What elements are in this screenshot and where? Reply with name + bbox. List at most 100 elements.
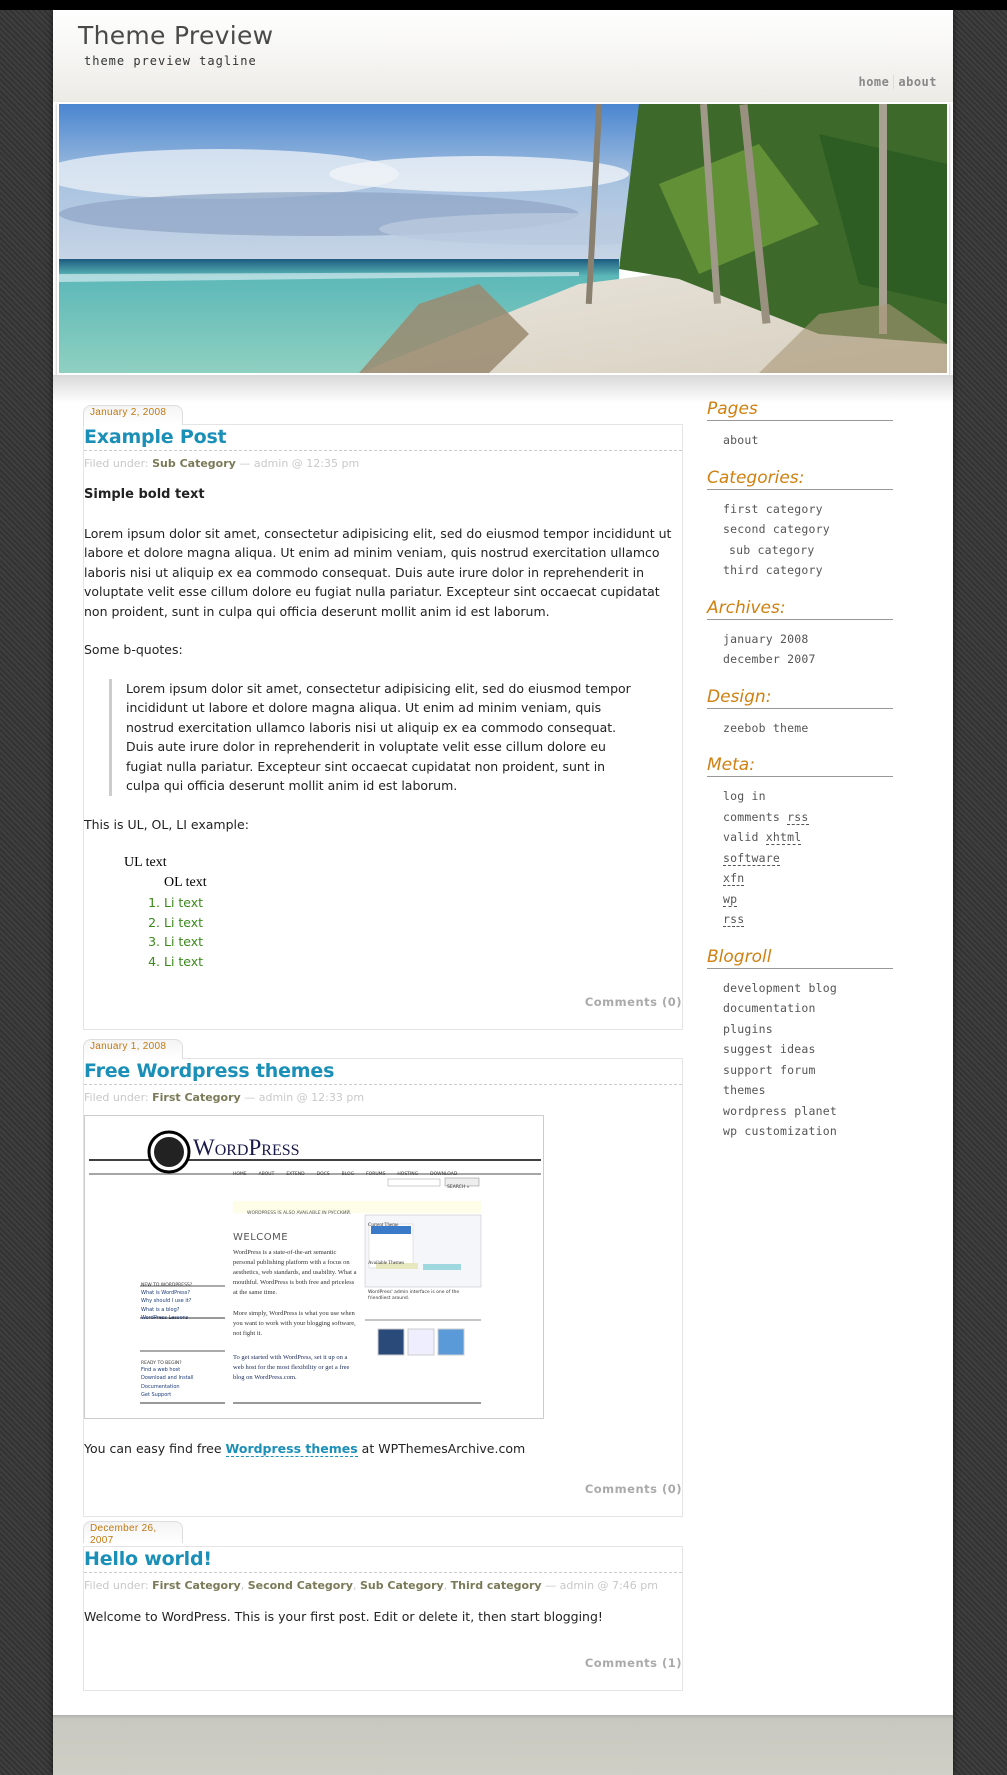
- meta-link-software[interactable]: software: [723, 850, 780, 866]
- blogroll-link[interactable]: development blog: [723, 981, 837, 995]
- archive-link[interactable]: december 2007: [723, 652, 816, 666]
- list-item: Li text: [164, 913, 682, 933]
- post-box: Hello world! Filed under: First Category…: [83, 1545, 683, 1691]
- wp-logo-text: WordPress: [193, 1134, 300, 1160]
- blogroll-link[interactable]: documentation: [723, 1001, 816, 1015]
- post: December 26, 2007 Hello world! Filed und…: [83, 1520, 683, 1691]
- post: January 1, 2008 Free Wordpress themes Fi…: [83, 1034, 683, 1517]
- post-meta: Filed under: Sub Category — admin @ 12:3…: [84, 451, 682, 471]
- wp-search-button: SEARCH »: [447, 1184, 470, 1190]
- wp-welcome: WELCOME: [233, 1231, 289, 1243]
- category-link[interactable]: First Category: [152, 1091, 241, 1104]
- ul-text: UL text: [124, 855, 167, 870]
- archive-link[interactable]: january 2008: [723, 632, 808, 646]
- meta-link-comments-rss[interactable]: comments rss: [723, 809, 809, 825]
- post-date: January 1, 2008: [83, 1038, 183, 1059]
- widget-title: Blogroll: [707, 946, 893, 969]
- list-item: Li text: [164, 893, 682, 913]
- design-link[interactable]: zeebob theme: [723, 721, 808, 735]
- wordpress-themes-link[interactable]: Wordpress themes: [225, 1440, 358, 1457]
- ordered-list: Li text Li text Li text Li text: [144, 893, 682, 971]
- widget-title: Design:: [707, 686, 893, 709]
- blogroll-link[interactable]: wordpress planet: [723, 1104, 837, 1118]
- comments-link[interactable]: Comments (0): [84, 993, 682, 1013]
- category-link[interactable]: First Category: [152, 1579, 241, 1592]
- category-link[interactable]: second category: [723, 522, 830, 536]
- wp-link: Why should I use it?: [141, 1298, 192, 1304]
- blogroll-link[interactable]: plugins: [723, 1022, 773, 1036]
- wp-new-links: What is WordPress? Why should I use it? …: [141, 1289, 191, 1323]
- top-navigation: home about: [854, 75, 941, 89]
- list-item: Li text: [164, 932, 682, 952]
- post-date: December 26, 2007: [83, 1520, 183, 1546]
- meta-author-time: — admin @ 12:35 pm: [239, 457, 360, 470]
- meta-prefix: Filed under:: [84, 1090, 149, 1104]
- wp-caption: WordPress' admin interface is one of the…: [368, 1289, 460, 1301]
- widget-title: Pages: [707, 398, 893, 421]
- post-title-link[interactable]: Free Wordpress themes: [84, 1059, 682, 1085]
- meta-link-valid-xhtml[interactable]: valid xhtml: [723, 830, 802, 845]
- comments-link[interactable]: Comments (0): [84, 1480, 682, 1500]
- widget-categories: Categories: first category second catego…: [707, 467, 893, 581]
- post-meta: Filed under: First Category, Second Cate…: [84, 1578, 658, 1592]
- meta-author-time: — admin @ 7:46 pm: [545, 1578, 658, 1592]
- wp-nav-item: EXTEND: [286, 1171, 305, 1177]
- bquote-intro: Some b-quotes:: [84, 642, 183, 657]
- list-example: UL text OL text Li text Li text Li text …: [84, 853, 682, 971]
- wp-link: Get Support: [141, 1392, 172, 1398]
- wp-link: What is a blog?: [141, 1306, 180, 1313]
- blogroll-link[interactable]: themes: [723, 1083, 766, 1097]
- meta-link-wp[interactable]: wp: [723, 891, 738, 907]
- nav-home[interactable]: home: [854, 75, 893, 89]
- list-intro: This is UL, OL, LI example:: [84, 816, 249, 832]
- category-link[interactable]: sub category: [729, 543, 814, 557]
- blogroll-link[interactable]: suggest ideas: [723, 1042, 816, 1056]
- category-link[interactable]: Sub Category: [360, 1579, 444, 1592]
- wp-link: Find a web host: [141, 1366, 181, 1373]
- top-bar: [0, 0, 1007, 10]
- category-link[interactable]: third category: [723, 563, 823, 577]
- blockquote: Lorem ipsum dolor sit amet, consectetur …: [109, 678, 642, 796]
- post-date: January 2, 2008: [83, 405, 183, 425]
- site-footer: [53, 1715, 953, 1775]
- wp-nav-item: DOCS: [316, 1171, 330, 1177]
- widget-design: Design: zeebob theme: [707, 686, 893, 739]
- paragraph: Lorem ipsum dolor sit amet, consectetur …: [84, 525, 672, 619]
- category-link[interactable]: Second Category: [248, 1579, 353, 1592]
- wp-nav-item: FORUMS: [366, 1171, 386, 1177]
- sidebar: Pages about Categories: first category s…: [707, 398, 893, 1158]
- blogroll-link[interactable]: support forum: [723, 1063, 816, 1077]
- post-title-link[interactable]: Example Post: [84, 425, 682, 451]
- category-link[interactable]: Sub Category: [152, 457, 236, 470]
- widget-blogroll: Blogroll development blog documentation …: [707, 946, 893, 1142]
- post: January 2, 2008 Example Post Filed under…: [83, 400, 683, 1030]
- nav-about[interactable]: about: [893, 75, 941, 89]
- meta-prefix: Filed under:: [84, 1578, 149, 1592]
- site-header: Theme Preview theme preview tagline home…: [53, 10, 953, 102]
- bold-text: Simple bold text: [84, 487, 205, 502]
- wp-nav-item: HOSTING: [397, 1171, 419, 1177]
- widget-title: Meta:: [707, 754, 893, 777]
- beach-image: [59, 104, 947, 373]
- post-title-link[interactable]: Hello world!: [84, 1547, 682, 1573]
- sidebar-link-about[interactable]: about: [723, 433, 759, 447]
- widget-title: Categories:: [707, 467, 893, 490]
- meta-prefix: Filed under:: [84, 457, 149, 470]
- wp-intro: WordPress is a state-of-the-art semantic…: [233, 1248, 357, 1296]
- meta-text: valid: [723, 830, 766, 844]
- widget-archives: Archives: january 2008 december 2007: [707, 597, 893, 670]
- blogroll-link[interactable]: wp customization: [723, 1124, 837, 1138]
- category-link[interactable]: first category: [723, 502, 823, 516]
- post-body: Simple bold text Lorem ipsum dolor sit a…: [84, 485, 682, 1013]
- meta-link-rss[interactable]: rss: [723, 912, 745, 927]
- paragraph: Welcome to WordPress. This is your first…: [84, 1608, 603, 1624]
- site-title[interactable]: Theme Preview: [78, 21, 273, 50]
- category-link[interactable]: Third category: [451, 1579, 542, 1592]
- paragraph: You can easy find free Wordpress themes …: [84, 1439, 682, 1459]
- header-banner-image: [57, 102, 949, 375]
- wp-current-theme: Current Theme: [368, 1222, 399, 1228]
- comments-link[interactable]: Comments (1): [84, 1654, 682, 1674]
- page-container: Theme Preview theme preview tagline home…: [53, 10, 953, 1775]
- meta-link-xfn[interactable]: xfn: [723, 871, 745, 886]
- meta-link-login[interactable]: log in: [723, 789, 766, 803]
